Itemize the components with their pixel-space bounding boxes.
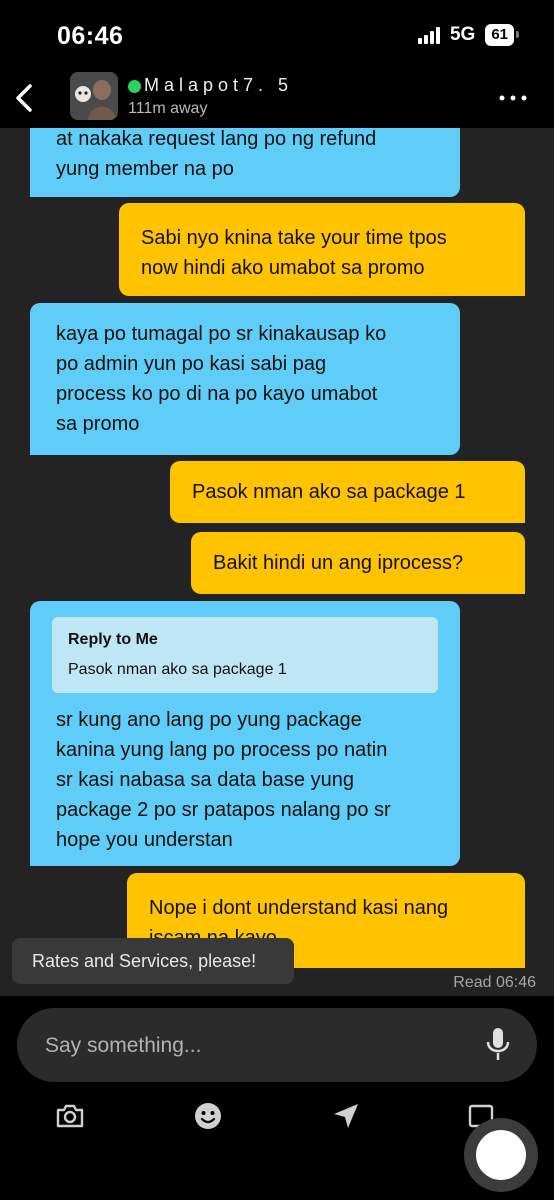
message-bubble-outgoing[interactable]: Bakit hindi un ang iprocess? [191, 532, 525, 594]
message-bubble-incoming[interactable]: Reply to Me Pasok nman ako sa package 1 … [30, 601, 460, 866]
reply-to-label: Reply to Me [68, 631, 158, 648]
online-status-dot [128, 80, 141, 93]
status-indicators: 5G 61 [417, 24, 519, 46]
read-receipt: Read 06:46 [453, 974, 536, 991]
profile-distance: 111m away [128, 100, 208, 117]
message-bubble-outgoing[interactable]: Sabi nyo knina take your time tpos now h… [119, 203, 525, 296]
reply-quote-text: Pasok nman ako sa package 1 [68, 661, 287, 678]
message-bubble-incoming[interactable]: kaya po tumagal po sr kinakausap ko po a… [30, 303, 460, 455]
more-horizontal-icon[interactable] [498, 88, 528, 108]
message-input-placeholder: Say something... [45, 1034, 202, 1057]
status-bar: 06:46 5G 61 [0, 0, 554, 70]
battery-icon: 61 [485, 24, 519, 46]
message-bubble-incoming[interactable]: at nakaka request lang po ng refund yung… [30, 128, 460, 197]
message-text: Bakit hindi un ang iprocess? [213, 552, 464, 574]
chat-header: Malapot7. 5 111m away [0, 70, 554, 128]
message-list[interactable]: at nakaka request lang po ng refund yung… [0, 128, 554, 996]
smiley-icon[interactable] [192, 1100, 224, 1132]
microphone-icon[interactable] [485, 1026, 511, 1062]
message-text: Sabi nyo knina take your time tpos now h… [141, 227, 447, 279]
message-bubble-outgoing[interactable]: Pasok nman ako sa package 1 [170, 461, 525, 523]
status-time: 06:46 [57, 22, 124, 50]
profile-name[interactable]: Malapot7. 5 [144, 75, 293, 96]
reply-quote[interactable]: Reply to Me Pasok nman ako sa package 1 [52, 617, 438, 693]
message-text: kaya po tumagal po sr kinakausap ko po a… [56, 323, 387, 435]
chevron-left-icon[interactable] [10, 78, 40, 118]
message-text: at nakaka request lang po ng refund yung… [56, 128, 377, 180]
signal-icon [417, 26, 440, 44]
message-text: Pasok nman ako sa package 1 [192, 481, 466, 503]
message-text: sr kung ano lang po yung package kanina … [56, 709, 391, 851]
camera-icon[interactable] [54, 1100, 86, 1132]
assistive-touch-button[interactable] [464, 1118, 538, 1192]
avatar[interactable] [70, 72, 118, 120]
quick-reply-chip[interactable]: Rates and Services, please! [12, 938, 294, 984]
message-input[interactable]: Say something... [17, 1008, 537, 1082]
network-label: 5G [449, 24, 476, 45]
location-arrow-icon[interactable] [330, 1100, 362, 1132]
